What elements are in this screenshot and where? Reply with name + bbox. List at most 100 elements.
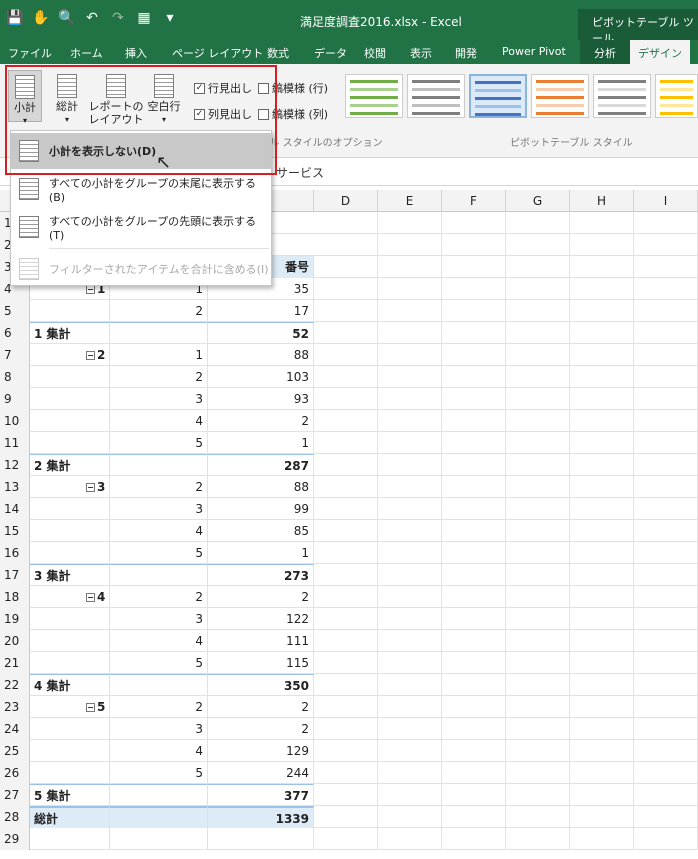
empty-cell[interactable]	[378, 630, 442, 652]
row-header[interactable]: 23	[0, 696, 30, 718]
empty-cell[interactable]	[442, 498, 506, 520]
pivot-cell-c[interactable]: 244	[208, 762, 314, 784]
subtotal-button[interactable]: 小計 ▾	[8, 70, 42, 125]
column-header-f[interactable]: F	[442, 190, 506, 212]
column-header-i[interactable]: I	[634, 190, 698, 212]
empty-cell[interactable]	[506, 608, 570, 630]
empty-cell[interactable]	[634, 520, 698, 542]
pivot-cell-a[interactable]: 5 集計	[30, 784, 110, 806]
empty-cell[interactable]	[442, 212, 506, 234]
empty-cell[interactable]	[378, 608, 442, 630]
pivot-cell-c[interactable]: 122	[208, 608, 314, 630]
row-header[interactable]: 20	[0, 630, 30, 652]
empty-cell[interactable]	[634, 542, 698, 564]
row-header[interactable]: 24	[0, 718, 30, 740]
empty-cell[interactable]	[314, 828, 378, 850]
empty-cell[interactable]	[570, 542, 634, 564]
column-header-d[interactable]: D	[314, 190, 378, 212]
empty-cell[interactable]	[314, 256, 378, 278]
empty-cell[interactable]	[442, 806, 506, 828]
empty-cell[interactable]	[442, 476, 506, 498]
pivot-cell-a[interactable]: −5	[30, 696, 110, 718]
customize-icon[interactable]: ▾	[162, 10, 178, 26]
empty-cell[interactable]	[634, 740, 698, 762]
empty-cell[interactable]	[314, 520, 378, 542]
collapse-icon[interactable]: −	[86, 703, 95, 712]
row-header[interactable]: 17	[0, 564, 30, 586]
row-header[interactable]: 19	[0, 608, 30, 630]
collapse-icon[interactable]: −	[86, 593, 95, 602]
empty-cell[interactable]	[506, 476, 570, 498]
tab-insert[interactable]: 挿入	[125, 45, 147, 61]
row-header[interactable]: 27	[0, 784, 30, 806]
empty-cell[interactable]	[634, 718, 698, 740]
empty-cell[interactable]	[442, 410, 506, 432]
empty-cell[interactable]	[378, 454, 442, 476]
empty-cell[interactable]	[570, 784, 634, 806]
row-header[interactable]: 5	[0, 300, 30, 322]
empty-cell[interactable]	[314, 388, 378, 410]
empty-cell[interactable]	[570, 762, 634, 784]
empty-cell[interactable]	[378, 762, 442, 784]
empty-cell[interactable]	[634, 498, 698, 520]
empty-cell[interactable]	[314, 608, 378, 630]
empty-cell[interactable]	[314, 212, 378, 234]
print-preview-icon[interactable]: 🔍	[58, 10, 75, 26]
pivot-cell-a[interactable]	[30, 432, 110, 454]
empty-cell[interactable]	[570, 432, 634, 454]
empty-cell[interactable]	[442, 608, 506, 630]
pivot-cell-c[interactable]: 2	[208, 586, 314, 608]
empty-cell[interactable]	[314, 476, 378, 498]
empty-cell[interactable]	[634, 674, 698, 696]
pivot-cell-b[interactable]: 2	[110, 696, 208, 718]
empty-cell[interactable]	[506, 388, 570, 410]
pivot-cell-b[interactable]: 4	[110, 410, 208, 432]
row-header[interactable]: 25	[0, 740, 30, 762]
pivot-cell-a[interactable]: 4 集計	[30, 674, 110, 696]
pivot-cell-c[interactable]: 1	[208, 542, 314, 564]
pivot-style-swatch[interactable]	[407, 74, 465, 118]
empty-cell[interactable]	[634, 410, 698, 432]
row-header[interactable]: 9	[0, 388, 30, 410]
empty-cell[interactable]	[314, 740, 378, 762]
row-header[interactable]: 21	[0, 652, 30, 674]
empty-cell[interactable]	[442, 762, 506, 784]
empty-cell[interactable]	[378, 564, 442, 586]
empty-cell[interactable]	[570, 828, 634, 850]
pivot-cell-b[interactable]: 2	[110, 476, 208, 498]
pivot-cell-b[interactable]	[110, 564, 208, 586]
pivot-cell-c[interactable]: 88	[208, 476, 314, 498]
empty-cell[interactable]	[634, 784, 698, 806]
empty-cell[interactable]	[378, 784, 442, 806]
empty-cell[interactable]	[442, 234, 506, 256]
empty-cell[interactable]	[570, 366, 634, 388]
collapse-icon[interactable]: −	[86, 483, 95, 492]
empty-cell[interactable]	[570, 344, 634, 366]
empty-cell[interactable]	[314, 432, 378, 454]
tab-home[interactable]: ホーム	[70, 45, 103, 61]
empty-cell[interactable]	[378, 740, 442, 762]
empty-cell[interactable]	[570, 388, 634, 410]
empty-cell[interactable]	[378, 300, 442, 322]
empty-cell[interactable]	[314, 410, 378, 432]
touch-mode-icon[interactable]: ✋	[32, 10, 49, 26]
empty-cell[interactable]	[506, 520, 570, 542]
empty-cell[interactable]	[506, 696, 570, 718]
empty-cell[interactable]	[442, 366, 506, 388]
empty-cell[interactable]	[314, 674, 378, 696]
row-headers-checkbox[interactable]: ✓ 行見出し	[194, 80, 252, 96]
pivot-cell-b[interactable]: 5	[110, 542, 208, 564]
menu-item-subtotals-bottom[interactable]: すべての小計をグループの末尾に表示する(B)	[11, 171, 271, 207]
undo-icon[interactable]: ↶	[84, 10, 100, 26]
tab-view[interactable]: 表示	[410, 45, 432, 61]
empty-cell[interactable]	[506, 806, 570, 828]
pivot-cell-a[interactable]	[30, 410, 110, 432]
pivot-cell-c[interactable]: 1339	[208, 806, 314, 828]
empty-cell[interactable]	[634, 608, 698, 630]
empty-cell[interactable]	[634, 454, 698, 476]
empty-cell[interactable]	[570, 212, 634, 234]
empty-cell[interactable]	[442, 784, 506, 806]
pivot-cell-c[interactable]: 52	[208, 322, 314, 344]
pivot-cell-b[interactable]	[110, 454, 208, 476]
empty-cell[interactable]	[570, 300, 634, 322]
